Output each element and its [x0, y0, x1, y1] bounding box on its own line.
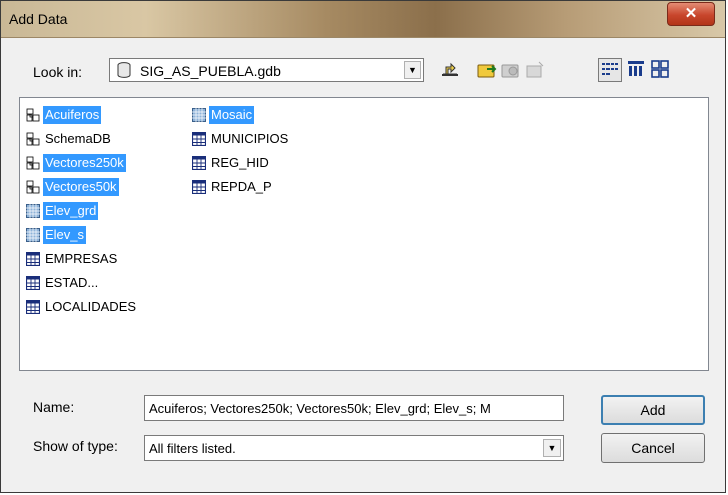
- name-value: Acuiferos; Vectores250k; Vectores50k; El…: [149, 401, 491, 416]
- list-view-button[interactable]: [598, 58, 622, 82]
- new-item-button[interactable]: [523, 58, 547, 82]
- table-icon: [25, 251, 41, 267]
- raster-dataset-icon: [26, 204, 40, 218]
- connect-folder-button[interactable]: [475, 58, 499, 82]
- list-item-label: MUNICIPIOS: [211, 131, 289, 146]
- up-one-level-button[interactable]: [438, 58, 462, 82]
- table-icon: [191, 131, 207, 147]
- up-one-level-icon: [442, 62, 458, 76]
- feature-dataset-icon: [26, 132, 40, 146]
- name-input[interactable]: Acuiferos; Vectores250k; Vectores50k; El…: [144, 395, 564, 421]
- dialog-title: Add Data: [9, 11, 68, 27]
- list-item-label: EMPRESAS: [45, 251, 118, 266]
- show-of-type-label: Show of type:: [33, 438, 118, 454]
- list-item-label: Vectores50k: [43, 178, 119, 196]
- chevron-down-icon[interactable]: ▼: [404, 61, 421, 79]
- add-data-dialog: Add Data ✕ Look in: SIG_AS_PUEBLA.gdb ▼: [0, 0, 726, 493]
- show-of-type-value: All filters listed.: [149, 441, 236, 456]
- details-view-icon: [628, 61, 644, 76]
- list-view-icon: [602, 63, 618, 75]
- name-label: Name:: [33, 399, 75, 415]
- list-item-label: Vectores250k: [43, 154, 126, 172]
- list-item-label: REG_HID: [211, 155, 269, 170]
- title-bar[interactable]: Add Data ✕: [1, 1, 725, 38]
- feature-dataset-icon: [26, 156, 40, 170]
- chevron-down-icon[interactable]: ▼: [543, 439, 561, 457]
- close-button[interactable]: ✕: [667, 2, 715, 26]
- connect-folder-icon: [477, 64, 497, 78]
- table-icon: [25, 299, 41, 315]
- list-item-label: Mosaic: [209, 106, 255, 124]
- list-item-label: LOCALIDADES: [45, 299, 137, 314]
- thumbnails-view-button[interactable]: [649, 58, 673, 82]
- table-icon: [191, 179, 207, 195]
- list-item-label: REPDA_P: [211, 179, 272, 194]
- list-item-label: Elev_grd: [43, 202, 99, 220]
- disconnect-folder-button[interactable]: [499, 58, 523, 82]
- thumbnails-view-icon: [651, 60, 669, 78]
- disconnect-folder-icon: [501, 64, 519, 78]
- table-icon: [191, 155, 207, 171]
- look-in-combo[interactable]: SIG_AS_PUEBLA.gdb ▼: [109, 58, 424, 82]
- new-item-icon: [526, 61, 544, 78]
- raster-dataset-icon: [26, 228, 40, 242]
- list-item-label: ESTAD...: [45, 275, 99, 290]
- raster-dataset-icon: [192, 108, 206, 122]
- file-list[interactable]: Acuiferos SchemaDB Vectores250k Vectores50k…: [19, 97, 709, 371]
- feature-dataset-icon: [26, 180, 40, 194]
- cancel-button[interactable]: Cancel: [601, 433, 705, 463]
- add-button[interactable]: Add: [601, 395, 705, 425]
- look-in-value: SIG_AS_PUEBLA.gdb: [140, 63, 281, 79]
- list-item-label: Acuiferos: [43, 106, 102, 124]
- list-item-label: Elev_s: [43, 226, 87, 244]
- look-in-label: Look in:: [33, 64, 83, 80]
- table-icon: [25, 275, 41, 291]
- list-item-label: SchemaDB: [45, 131, 111, 146]
- feature-dataset-icon: [26, 108, 40, 122]
- show-of-type-select[interactable]: All filters listed. ▼: [144, 435, 564, 461]
- database-icon: [117, 62, 131, 78]
- details-view-button[interactable]: [625, 58, 649, 82]
